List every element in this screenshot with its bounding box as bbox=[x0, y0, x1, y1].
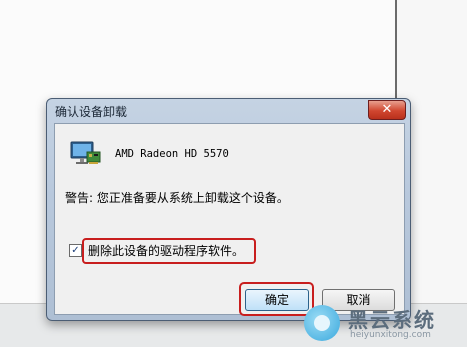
warning-text: 警告: 您正准备要从系统上卸载这个设备。 bbox=[65, 191, 289, 205]
confirm-uninstall-dialog: 确认设备卸载 ✕ AMD Radeon HD 5570 警告: 您正准备要从系统… bbox=[46, 98, 411, 321]
close-button[interactable]: ✕ bbox=[368, 100, 406, 120]
delete-driver-label[interactable]: 删除此设备的驱动程序软件。 bbox=[88, 242, 244, 259]
watermark-text: 黑云系统 bbox=[348, 308, 436, 332]
delete-driver-checkbox[interactable]: ✓ bbox=[69, 244, 82, 257]
dialog-content: AMD Radeon HD 5570 警告: 您正准备要从系统上卸载这个设备。 … bbox=[54, 123, 405, 316]
monitor-icon bbox=[70, 141, 101, 164]
dialog-title: 确认设备卸载 bbox=[55, 105, 128, 119]
watermark: 黑云系统 heiyunxitong.com bbox=[300, 300, 467, 347]
device-name: AMD Radeon HD 5570 bbox=[115, 148, 229, 160]
watermark-logo-inner bbox=[314, 315, 330, 331]
watermark-url: heiyunxitong.com bbox=[350, 330, 431, 340]
